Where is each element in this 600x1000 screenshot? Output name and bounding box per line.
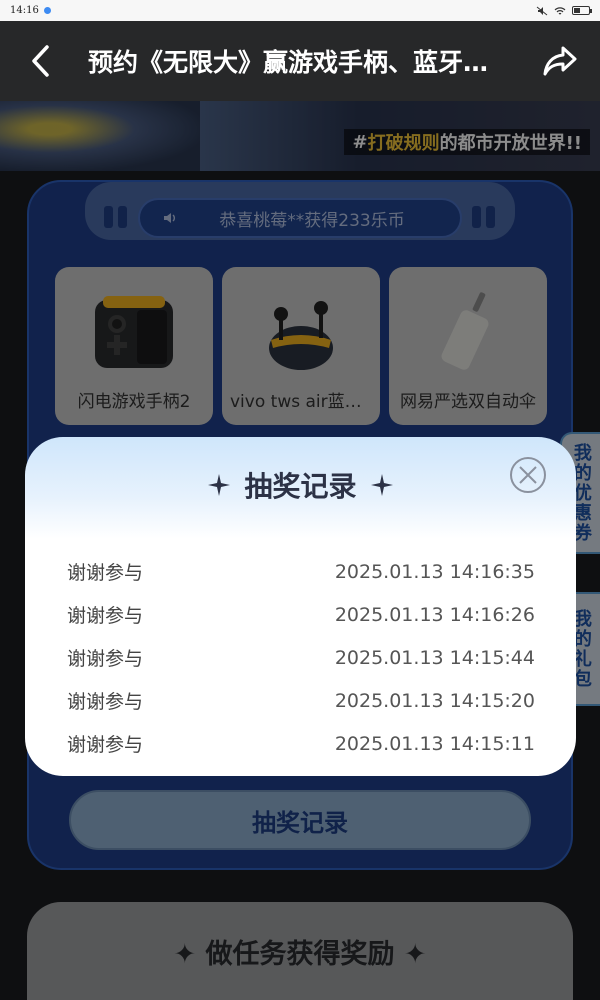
record-time: 2025.01.13 14:15:11 (334, 732, 535, 755)
draw-record-modal: 抽奖记录 谢谢参与 2025.01.13 14:16:35 谢谢参与 2025.… (25, 437, 576, 776)
status-bar: 14:16 (0, 0, 600, 21)
back-button[interactable] (0, 21, 80, 101)
record-time: 2025.01.13 14:16:35 (334, 560, 535, 583)
notification-dot-icon (43, 7, 51, 14)
record-result: 谢谢参与 (67, 605, 144, 627)
record-time: 2025.01.13 14:16:26 (334, 603, 535, 626)
record-result: 谢谢参与 (67, 562, 144, 584)
modal-title-text: 抽奖记录 (244, 470, 357, 503)
record-row: 谢谢参与 2025.01.13 14:15:20 (67, 679, 535, 722)
title-bar: 预约《无限大》赢游戏手柄、蓝牙耳机等好礼 (0, 21, 600, 101)
record-row: 谢谢参与 2025.01.13 14:16:35 (67, 550, 535, 593)
share-button[interactable] (520, 21, 600, 101)
status-time: 14:16 (10, 5, 39, 16)
modal-title: 抽奖记录 (25, 465, 576, 505)
status-icons (536, 6, 592, 16)
record-result: 谢谢参与 (67, 691, 144, 713)
share-icon (543, 46, 577, 76)
mute-icon (536, 6, 548, 15)
close-button[interactable] (510, 457, 546, 493)
battery-icon (572, 6, 592, 15)
record-row: 谢谢参与 2025.01.13 14:15:44 (67, 636, 535, 679)
record-time: 2025.01.13 14:15:44 (334, 646, 535, 669)
record-row: 谢谢参与 2025.01.13 14:16:26 (67, 593, 535, 636)
record-time: 2025.01.13 14:15:20 (334, 689, 535, 712)
sparkle-icon (208, 474, 231, 496)
record-row: 谢谢参与 2025.01.13 14:15:11 (67, 722, 535, 765)
record-result: 谢谢参与 (67, 648, 144, 670)
wifi-icon (554, 6, 566, 15)
chevron-left-icon (32, 45, 49, 77)
close-icon (519, 466, 537, 484)
sparkle-icon (370, 474, 393, 496)
record-result: 谢谢参与 (67, 734, 144, 756)
record-list: 谢谢参与 2025.01.13 14:16:35 谢谢参与 2025.01.13… (67, 550, 535, 765)
page-title: 预约《无限大》赢游戏手柄、蓝牙耳机等好礼 (88, 48, 520, 77)
